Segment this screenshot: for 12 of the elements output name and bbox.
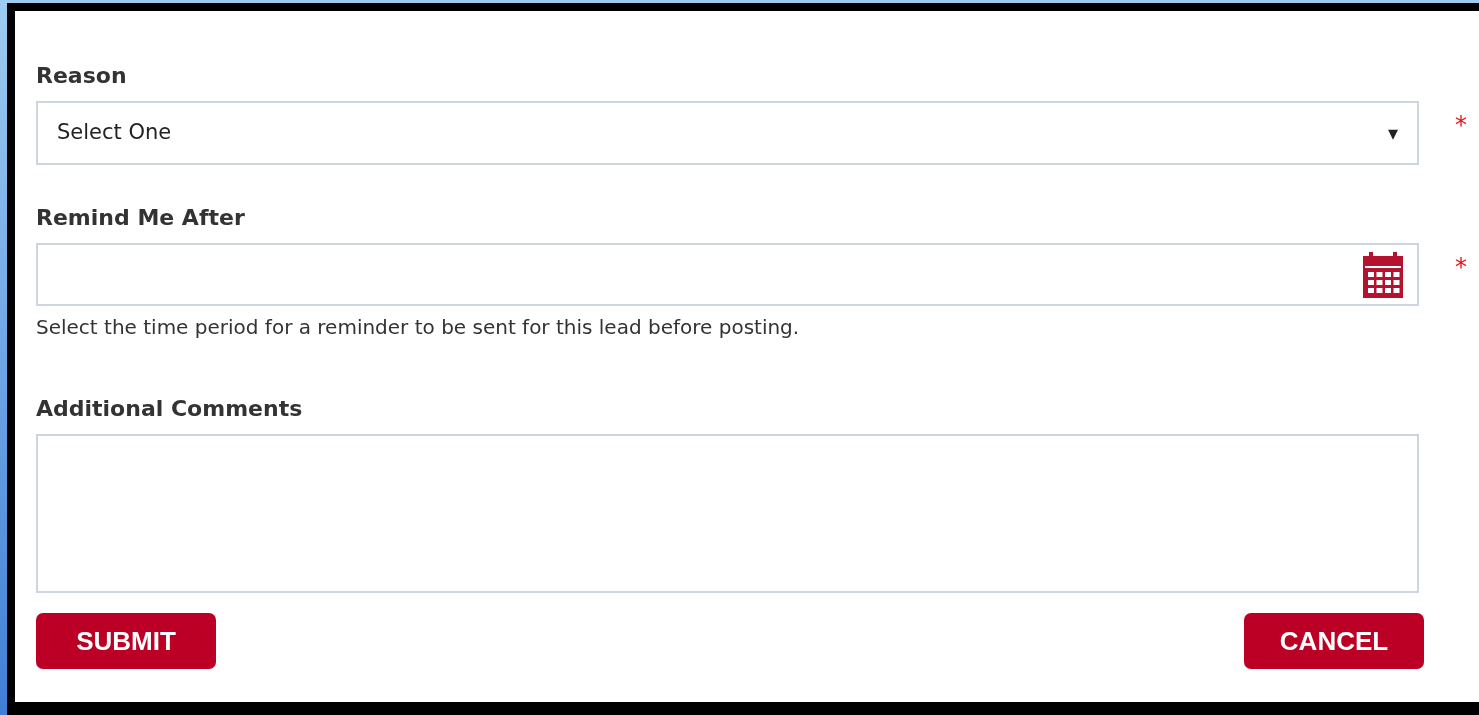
required-mark: * xyxy=(1455,253,1468,281)
reason-select[interactable]: Select One ▾ xyxy=(36,101,1420,165)
cancel-button[interactable]: CANCEL xyxy=(1244,613,1424,669)
field-label: Remind Me After xyxy=(36,204,246,232)
field-label: Reason xyxy=(36,62,128,90)
required-mark: * xyxy=(1455,111,1468,139)
date-field[interactable] xyxy=(36,243,1420,306)
field-label: Additional Comments xyxy=(36,395,304,423)
help-text: Select the time period for a reminder to be sent for this lead before posting. xyxy=(36,314,801,340)
submit-button[interactable]: SUBMIT xyxy=(36,613,216,669)
comments-field[interactable] xyxy=(36,434,1420,593)
calendar-icon[interactable] xyxy=(1363,251,1404,298)
